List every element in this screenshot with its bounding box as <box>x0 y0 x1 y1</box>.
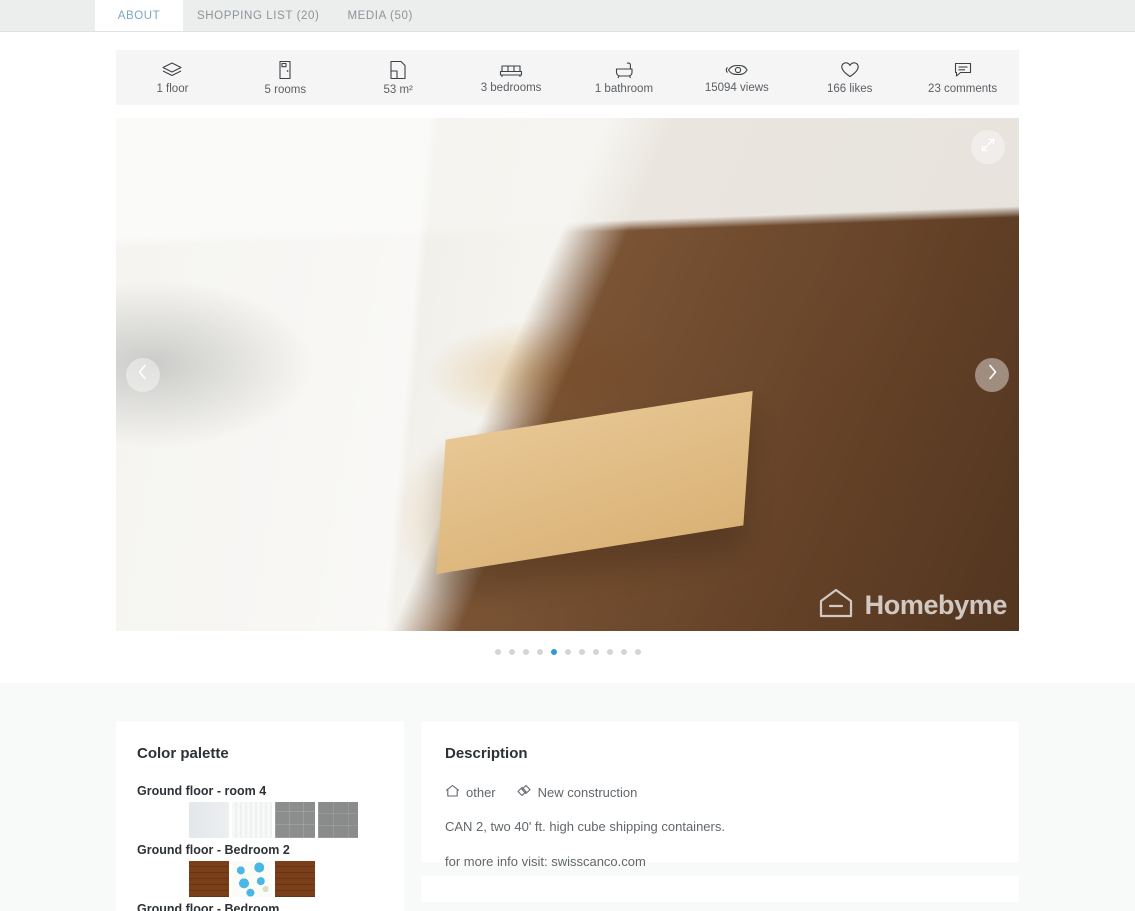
description-card: Description other New construction CAN 2… <box>421 721 1019 869</box>
description-title: Description <box>445 745 528 762</box>
stat-area: 53 m² <box>342 60 455 96</box>
swatch-dark-wood[interactable] <box>189 861 229 897</box>
tab-about-label: ABOUT <box>117 9 161 22</box>
carousel-dot-10[interactable] <box>620 649 627 655</box>
tab-shopping-list-label: SHOPPING LIST (20) <box>197 9 320 22</box>
carousel-dot-11[interactable] <box>634 649 641 655</box>
tab-media[interactable]: MEDIA (50) <box>333 0 426 31</box>
carousel-dot-7[interactable] <box>578 649 585 655</box>
stat-bedrooms: 3 bedrooms <box>455 62 568 94</box>
tab-about[interactable]: ABOUT <box>95 0 183 31</box>
description-meta: other New construction <box>445 784 995 801</box>
carousel-dot-1[interactable] <box>494 649 501 655</box>
construction-icon <box>516 784 532 801</box>
about-panel: 1 floor 5 rooms 53 m² 3 bedrooms 1 bathr… <box>0 50 1135 661</box>
palette-group-name-1: Ground floor - room 4 <box>137 784 267 798</box>
swatch-dark-wood-2[interactable] <box>275 861 315 897</box>
expand-fullscreen-button[interactable] <box>971 130 1005 164</box>
stat-area-value: 53 m² <box>383 83 413 96</box>
swatch-light-gray-panel[interactable] <box>189 802 229 838</box>
color-palette-title: Color palette <box>137 745 229 762</box>
description-column: Description other New construction CAN 2… <box>421 721 1019 902</box>
layers-icon <box>161 61 183 79</box>
palette-group-name-2: Ground floor - Bedroom 2 <box>137 843 290 857</box>
color-palette-card: Color palette Ground floor - room 4 Grou… <box>116 721 404 911</box>
chevron-left-icon <box>136 363 150 386</box>
stat-views-label: 15094 views <box>704 81 769 94</box>
tab-bar: ABOUT SHOPPING LIST (20) MEDIA (50) <box>0 0 1135 32</box>
stat-bathrooms: 1 bathroom <box>568 61 681 95</box>
carousel-dot-2[interactable] <box>508 649 515 655</box>
stat-likes-label: 166 likes <box>826 82 873 95</box>
carousel-dots <box>116 643 1019 661</box>
carousel-next-button[interactable] <box>975 357 1009 392</box>
swatch-dark-gray-tile[interactable] <box>318 802 358 838</box>
comment-icon <box>953 61 973 79</box>
heart-icon <box>840 61 860 79</box>
image-carousel[interactable]: Homebyme <box>116 118 1019 631</box>
carousel-dot-4[interactable] <box>536 649 543 655</box>
meta-construction-label: New construction <box>537 785 638 800</box>
palette-swatch-row-1 <box>137 802 404 838</box>
stat-likes: 166 likes <box>793 61 906 95</box>
swatch-blue-dots-pattern[interactable] <box>232 861 272 897</box>
palette-swatch-row-2 <box>137 861 404 897</box>
carousel-photo <box>116 118 1019 631</box>
tab-media-label: MEDIA (50) <box>347 9 413 22</box>
bed-icon <box>499 62 523 78</box>
home-icon <box>445 784 460 801</box>
stat-floors-label: 1 floor <box>156 82 189 95</box>
carousel-prev-button[interactable] <box>126 357 160 392</box>
meta-property-type: other <box>445 784 496 801</box>
palette-group-name-3: Ground floor - Bedroom <box>137 902 280 911</box>
stat-comments: 23 comments <box>906 61 1019 95</box>
meta-property-type-label: other <box>466 785 496 800</box>
carousel-dot-6[interactable] <box>564 649 571 655</box>
eye-icon <box>725 62 749 78</box>
bathtub-icon <box>613 61 635 79</box>
carousel-dot-3[interactable] <box>522 649 529 655</box>
swatch-white-slats[interactable] <box>232 802 272 838</box>
description-line-2: for more info visit: swisscanco.com <box>445 853 646 869</box>
stat-views: 15094 views <box>680 62 793 94</box>
stat-bedrooms-label: 3 bedrooms <box>480 81 542 94</box>
details-section: Color palette Ground floor - room 4 Grou… <box>0 683 1135 911</box>
stat-comments-label: 23 comments <box>928 82 998 95</box>
details-cards: Color palette Ground floor - room 4 Grou… <box>116 721 1019 911</box>
door-icon <box>275 60 295 80</box>
tab-shopping-list[interactable]: SHOPPING LIST (20) <box>183 0 333 31</box>
secondary-card <box>421 876 1019 902</box>
chevron-right-icon <box>985 363 999 386</box>
stat-rooms-label: 5 rooms <box>264 83 307 96</box>
stat-floors: 1 floor <box>116 61 229 95</box>
swatch-gray-tile[interactable] <box>275 802 315 838</box>
stat-bathrooms-label: 1 bathroom <box>594 82 654 95</box>
floorplan-icon <box>388 60 408 80</box>
expand-arrows-icon <box>980 137 996 158</box>
stat-area-label: 53 m² <box>383 84 412 96</box>
carousel-dot-8[interactable] <box>592 649 599 655</box>
meta-construction: New construction <box>516 784 638 801</box>
stat-rooms: 5 rooms <box>229 60 342 96</box>
property-stats-bar: 1 floor 5 rooms 53 m² 3 bedrooms 1 bathr… <box>116 50 1019 105</box>
carousel-dot-5[interactable] <box>550 649 557 655</box>
description-line-1: CAN 2, two 40' ft. high cube shipping co… <box>445 819 725 834</box>
carousel-dot-9[interactable] <box>606 649 613 655</box>
